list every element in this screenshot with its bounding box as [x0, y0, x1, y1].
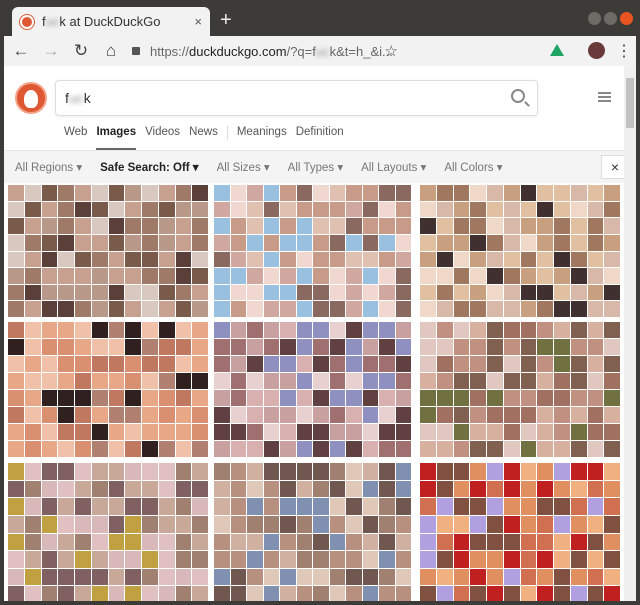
- tab-web[interactable]: Web: [64, 126, 87, 150]
- tab-definition[interactable]: Definition: [296, 126, 344, 150]
- image-result[interactable]: [214, 322, 411, 457]
- lock-icon: [132, 47, 140, 55]
- tab-meanings[interactable]: Meanings: [237, 126, 287, 150]
- window-close-button[interactable]: [620, 12, 633, 25]
- page-content: f uc k Web Images Videos News Meanings Def…: [4, 66, 636, 601]
- image-result[interactable]: [8, 185, 208, 317]
- back-button[interactable]: ←: [8, 41, 34, 61]
- search-type-tabs: Web Images Videos News Meanings Definiti…: [64, 126, 353, 150]
- image-filters-bar: All Regions ▾ Safe Search: Off ▾ All Siz…: [4, 150, 629, 183]
- divider: [226, 126, 228, 140]
- duckduckgo-favicon-icon: [20, 14, 34, 29]
- google-drive-icon[interactable]: [550, 44, 564, 56]
- minimize-button[interactable]: [588, 12, 601, 25]
- image-result[interactable]: [8, 463, 208, 601]
- maximize-button[interactable]: [604, 12, 617, 25]
- tab-title: fuck at DuckDuckGo: [42, 14, 194, 29]
- title-bar: fuck at DuckDuckGo × +: [0, 0, 640, 36]
- scrollbar-thumb[interactable]: [626, 78, 634, 128]
- tab-images[interactable]: Images: [96, 126, 137, 150]
- url-query: /?q=f: [286, 43, 316, 59]
- filter-regions[interactable]: All Regions ▾: [15, 160, 82, 174]
- image-result[interactable]: [8, 322, 208, 457]
- hamburger-menu-icon[interactable]: [598, 92, 611, 102]
- url-blurred: uc: [315, 43, 330, 59]
- tab-videos[interactable]: Videos: [145, 126, 180, 150]
- image-result[interactable]: [214, 185, 411, 317]
- image-result[interactable]: [420, 463, 620, 601]
- url-host: duckduckgo.com: [189, 43, 287, 59]
- home-button[interactable]: ⌂: [98, 41, 124, 61]
- new-tab-button[interactable]: +: [220, 9, 232, 32]
- filter-types[interactable]: All Types ▾: [288, 160, 343, 174]
- image-result[interactable]: [214, 463, 411, 601]
- image-result[interactable]: [420, 322, 620, 457]
- filter-layouts[interactable]: All Layouts ▾: [361, 160, 426, 174]
- url-query-suffix: k&t=h_&i...: [329, 43, 393, 59]
- filter-safe-search[interactable]: Safe Search: Off ▾: [100, 160, 198, 174]
- browser-menu-button[interactable]: ⋮: [616, 41, 632, 61]
- tab-news[interactable]: News: [189, 126, 218, 150]
- filter-sizes[interactable]: All Sizes ▾: [217, 160, 270, 174]
- query-suffix: k: [83, 90, 91, 106]
- address-bar[interactable]: https://duckduckgo.com/?q=f uc k&t=h_&i...…: [122, 38, 410, 64]
- browser-tab[interactable]: fuck at DuckDuckGo ×: [12, 7, 210, 36]
- browser-toolbar: ← → ↻ ⌂ https://duckduckgo.com/?q=f uc k&t…: [0, 36, 640, 66]
- filter-colors[interactable]: All Colors ▾: [444, 160, 502, 174]
- reload-button[interactable]: ↻: [68, 41, 94, 61]
- forward-button[interactable]: →: [38, 41, 64, 61]
- tab-title-suffix: k at DuckDuckGo: [59, 14, 161, 29]
- duckduckgo-logo[interactable]: [15, 82, 47, 114]
- query-blurred: uc: [68, 90, 84, 106]
- search-icon[interactable]: [511, 89, 525, 103]
- bookmark-star-icon[interactable]: ☆: [385, 42, 398, 60]
- url-scheme: https://: [150, 43, 190, 59]
- scrollbar[interactable]: [624, 66, 636, 601]
- tab-title-blurred: uc: [45, 14, 60, 29]
- search-input[interactable]: f uc k: [55, 80, 538, 116]
- profile-avatar[interactable]: [588, 42, 605, 59]
- image-results-grid: [4, 183, 624, 601]
- tab-close-button[interactable]: ×: [194, 14, 202, 29]
- image-result[interactable]: [420, 185, 620, 317]
